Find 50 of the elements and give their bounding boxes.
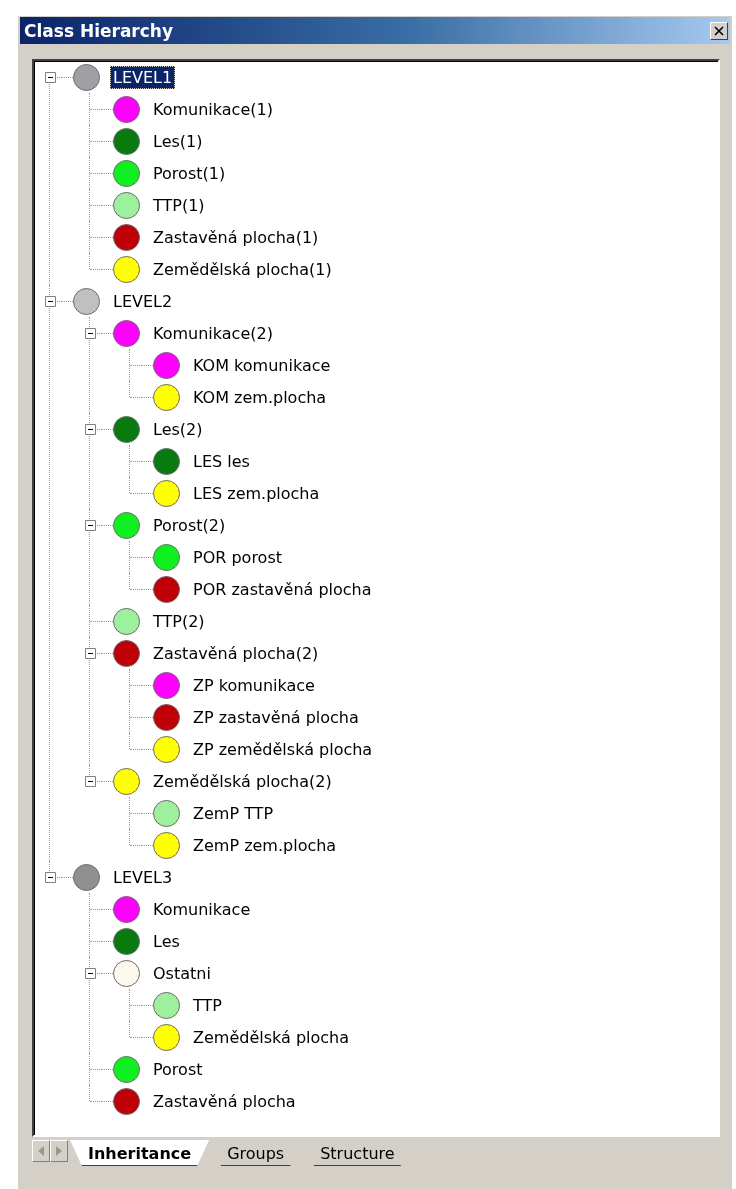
tree-item[interactable]: LEVEL1 xyxy=(110,65,176,89)
tree-item[interactable]: POR zastavěná plocha xyxy=(190,577,375,601)
scroll-left-button[interactable] xyxy=(32,1140,50,1162)
tree-item[interactable]: POR porost xyxy=(190,545,285,569)
tree-item[interactable]: Komunikace(2) xyxy=(150,321,276,345)
tree-item[interactable]: Porost(2) xyxy=(150,513,229,537)
scroll-right-button[interactable] xyxy=(50,1140,68,1162)
collapse-icon[interactable] xyxy=(44,71,56,83)
collapse-icon[interactable] xyxy=(84,327,96,339)
tree-item[interactable]: LES les xyxy=(190,449,253,473)
collapse-icon[interactable] xyxy=(84,519,96,531)
tree-item[interactable]: ZP zastavěná plocha xyxy=(190,705,362,729)
close-icon xyxy=(713,24,725,37)
tree-item[interactable]: Zemědělská plocha(2) xyxy=(150,769,335,793)
tree-item[interactable]: LEVEL2 xyxy=(110,289,176,313)
close-button[interactable] xyxy=(710,21,728,40)
tree-item[interactable]: Les(2) xyxy=(150,417,206,441)
collapse-icon[interactable] xyxy=(84,967,96,979)
tree-item[interactable]: Porost(1) xyxy=(150,161,229,185)
right-arrow-icon xyxy=(56,1146,62,1156)
tree-item[interactable]: KOM komunikace xyxy=(190,353,334,377)
collapse-icon[interactable] xyxy=(84,647,96,659)
tree-item[interactable]: LEVEL3 xyxy=(110,865,176,889)
collapse-icon[interactable] xyxy=(44,295,56,307)
tree-item[interactable]: Les(1) xyxy=(150,129,206,153)
tab[interactable]: Inheritance xyxy=(70,1140,210,1166)
tree-item[interactable]: Zastavěná plocha(1) xyxy=(150,225,322,249)
collapse-icon[interactable] xyxy=(84,775,96,787)
tree-item[interactable]: Porost xyxy=(150,1057,206,1081)
tree-item[interactable]: Ostatni xyxy=(150,961,214,985)
collapse-icon[interactable] xyxy=(44,871,56,883)
tree-item[interactable]: ZemP zem.plocha xyxy=(190,833,340,857)
tree-item[interactable]: TTP(2) xyxy=(150,609,208,633)
tree-item[interactable]: LES zem.plocha xyxy=(190,481,323,505)
tree-item[interactable]: Zemědělská plocha(1) xyxy=(150,257,335,281)
left-arrow-icon xyxy=(38,1146,44,1156)
tree-item[interactable]: Zastavěná plocha xyxy=(150,1089,299,1113)
window-title: Class Hierarchy xyxy=(24,20,173,41)
tree-item[interactable]: ZemP TTP xyxy=(190,801,277,825)
tree-item[interactable]: Zastavěná plocha(2) xyxy=(150,641,322,665)
tree-item[interactable]: ZP zemědělská plocha xyxy=(190,737,376,761)
tree-item[interactable]: Komunikace xyxy=(150,897,254,921)
tree-item[interactable]: KOM zem.plocha xyxy=(190,385,330,409)
tree-item[interactable]: TTP(1) xyxy=(150,193,208,217)
tree-item[interactable]: Zemědělská plocha xyxy=(190,1025,353,1049)
tree-item[interactable]: Les xyxy=(150,929,183,953)
tree-item[interactable]: Komunikace(1) xyxy=(150,97,276,121)
tree-item[interactable]: TTP xyxy=(190,993,225,1017)
collapse-icon[interactable] xyxy=(84,423,96,435)
tree-item[interactable]: ZP komunikace xyxy=(190,673,318,697)
